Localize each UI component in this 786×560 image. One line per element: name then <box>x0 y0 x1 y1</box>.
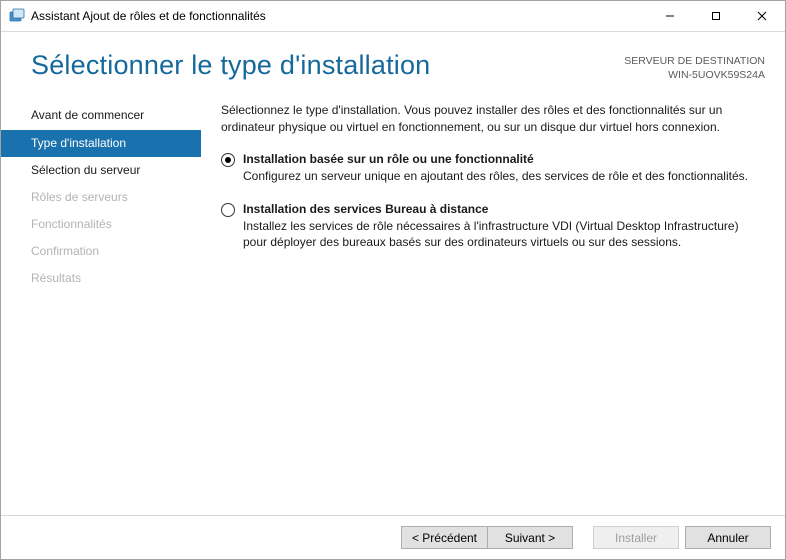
previous-button[interactable]: < Précédent <box>401 526 487 549</box>
step-before-you-begin[interactable]: Avant de commencer <box>1 102 201 129</box>
option-role-based-desc: Configurez un serveur unique en ajoutant… <box>243 168 755 184</box>
footer-buttons: < Précédent Suivant > Installer Annuler <box>1 515 785 559</box>
destination-label: SERVEUR DE DESTINATION <box>624 54 765 68</box>
install-button: Installer <box>593 526 679 549</box>
destination-server: WIN-5UOVK59S24A <box>624 68 765 82</box>
option-role-based-title: Installation basée sur un rôle ou une fo… <box>243 152 755 166</box>
titlebar: Assistant Ajout de rôles et de fonctionn… <box>1 1 785 32</box>
cancel-button[interactable]: Annuler <box>685 526 771 549</box>
page-title: Sélectionner le type d'installation <box>31 50 624 81</box>
window-title: Assistant Ajout de rôles et de fonctionn… <box>31 9 266 23</box>
step-server-selection[interactable]: Sélection du serveur <box>1 157 201 184</box>
destination-info: SERVEUR DE DESTINATION WIN-5UOVK59S24A <box>624 50 765 82</box>
close-button[interactable] <box>739 1 785 31</box>
radio-unselected-icon[interactable] <box>221 203 235 217</box>
steps-sidebar: Avant de commencer Type d'installation S… <box>1 92 201 515</box>
app-icon <box>9 8 25 24</box>
option-rds[interactable]: Installation des services Bureau à dista… <box>221 202 755 250</box>
step-server-roles: Rôles de serveurs <box>1 184 201 211</box>
maximize-button[interactable] <box>693 1 739 31</box>
wizard-window: Assistant Ajout de rôles et de fonctionn… <box>0 0 786 560</box>
step-results: Résultats <box>1 265 201 292</box>
step-features: Fonctionnalités <box>1 211 201 238</box>
minimize-button[interactable] <box>647 1 693 31</box>
option-rds-desc: Installez les services de rôle nécessair… <box>243 218 755 250</box>
option-rds-title: Installation des services Bureau à dista… <box>243 202 755 216</box>
step-installation-type[interactable]: Type d'installation <box>1 130 201 157</box>
step-confirmation: Confirmation <box>1 238 201 265</box>
next-button[interactable]: Suivant > <box>487 526 573 549</box>
intro-text: Sélectionnez le type d'installation. Vou… <box>221 102 755 136</box>
radio-selected-icon[interactable] <box>221 153 235 167</box>
content-pane: Sélectionnez le type d'installation. Vou… <box>201 92 765 515</box>
header-region: Sélectionner le type d'installation SERV… <box>1 32 785 92</box>
option-role-based[interactable]: Installation basée sur un rôle ou une fo… <box>221 152 755 184</box>
